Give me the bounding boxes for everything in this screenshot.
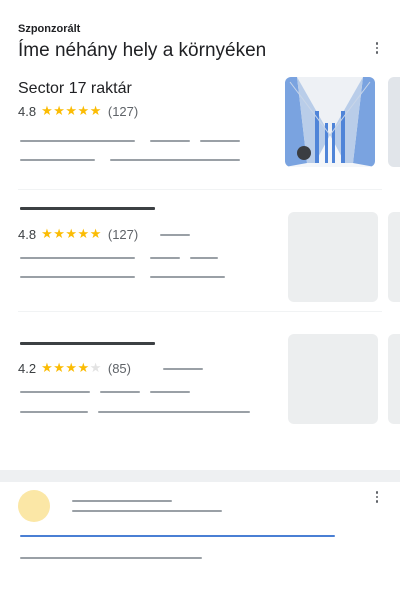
more-options-icon[interactable]	[369, 489, 385, 505]
text-placeholder-line	[150, 257, 180, 259]
text-placeholder-line	[150, 140, 190, 142]
star-rating-icon: ★★★★★	[41, 226, 102, 241]
sponsored-label: Szponzorált	[18, 23, 81, 35]
next-thumbnail-edge	[388, 77, 400, 167]
place-name[interactable]: Sector 17 raktár	[18, 80, 132, 98]
place-thumbnail-placeholder[interactable]	[288, 212, 378, 302]
text-placeholder-line	[160, 234, 190, 236]
card-separator	[0, 470, 400, 482]
text-placeholder-line	[20, 159, 95, 161]
review-count: (127)	[107, 103, 139, 119]
warehouse-photo-icon	[285, 77, 375, 167]
text-placeholder-line	[72, 500, 172, 502]
place-result-2[interactable]: 4.8 ★★★★★ (127)	[0, 200, 400, 302]
loading-result-card	[0, 482, 400, 600]
star-rating-icon: ★★★★★	[41, 360, 102, 375]
place-result-1[interactable]: Sector 17 raktár 4.8 ★★★★★ (127)	[0, 77, 400, 180]
text-placeholder-line	[20, 276, 135, 278]
sponsored-places-card: Szponzorált Íme néhány hely a környéken …	[0, 0, 400, 470]
rating-value: 4.8	[18, 103, 37, 119]
review-count: (127)	[107, 226, 139, 242]
text-placeholder-line	[100, 391, 140, 393]
text-placeholder-line	[150, 276, 225, 278]
text-placeholder-line	[190, 257, 218, 259]
divider	[18, 189, 382, 190]
text-placeholder-line	[20, 140, 135, 142]
text-placeholder-line	[20, 557, 202, 559]
divider	[18, 311, 382, 312]
text-placeholder-line	[163, 368, 203, 370]
rating-row: 4.2 ★★★★★ (85)	[18, 360, 131, 376]
place-thumbnail-placeholder[interactable]	[288, 334, 378, 424]
rating-row: 4.8 ★★★★★ (127)	[18, 226, 138, 242]
place-name-placeholder	[20, 342, 155, 345]
more-options-icon[interactable]	[369, 40, 385, 56]
rating-value: 4.8	[18, 226, 37, 242]
place-name-placeholder	[20, 207, 155, 210]
review-count: (85)	[107, 360, 131, 376]
text-placeholder-line	[150, 391, 190, 393]
star-rating-icon: ★★★★★	[41, 103, 102, 118]
rating-value: 4.2	[18, 360, 37, 376]
next-thumbnail-edge	[388, 334, 400, 424]
link-placeholder-line[interactable]	[20, 535, 335, 537]
place-thumbnail-photo[interactable]	[285, 77, 375, 167]
next-thumbnail-edge	[388, 212, 400, 302]
rating-row: 4.8 ★★★★★ (127)	[18, 103, 138, 119]
text-placeholder-line	[98, 411, 250, 413]
place-result-3[interactable]: 4.2 ★★★★★ (85)	[0, 322, 400, 432]
text-placeholder-line	[72, 510, 222, 512]
avatar	[18, 490, 50, 522]
card-title: Íme néhány hely a környéken	[18, 40, 267, 61]
text-placeholder-line	[20, 411, 88, 413]
text-placeholder-line	[200, 140, 240, 142]
text-placeholder-line	[20, 257, 135, 259]
text-placeholder-line	[20, 391, 90, 393]
text-placeholder-line	[110, 159, 240, 161]
